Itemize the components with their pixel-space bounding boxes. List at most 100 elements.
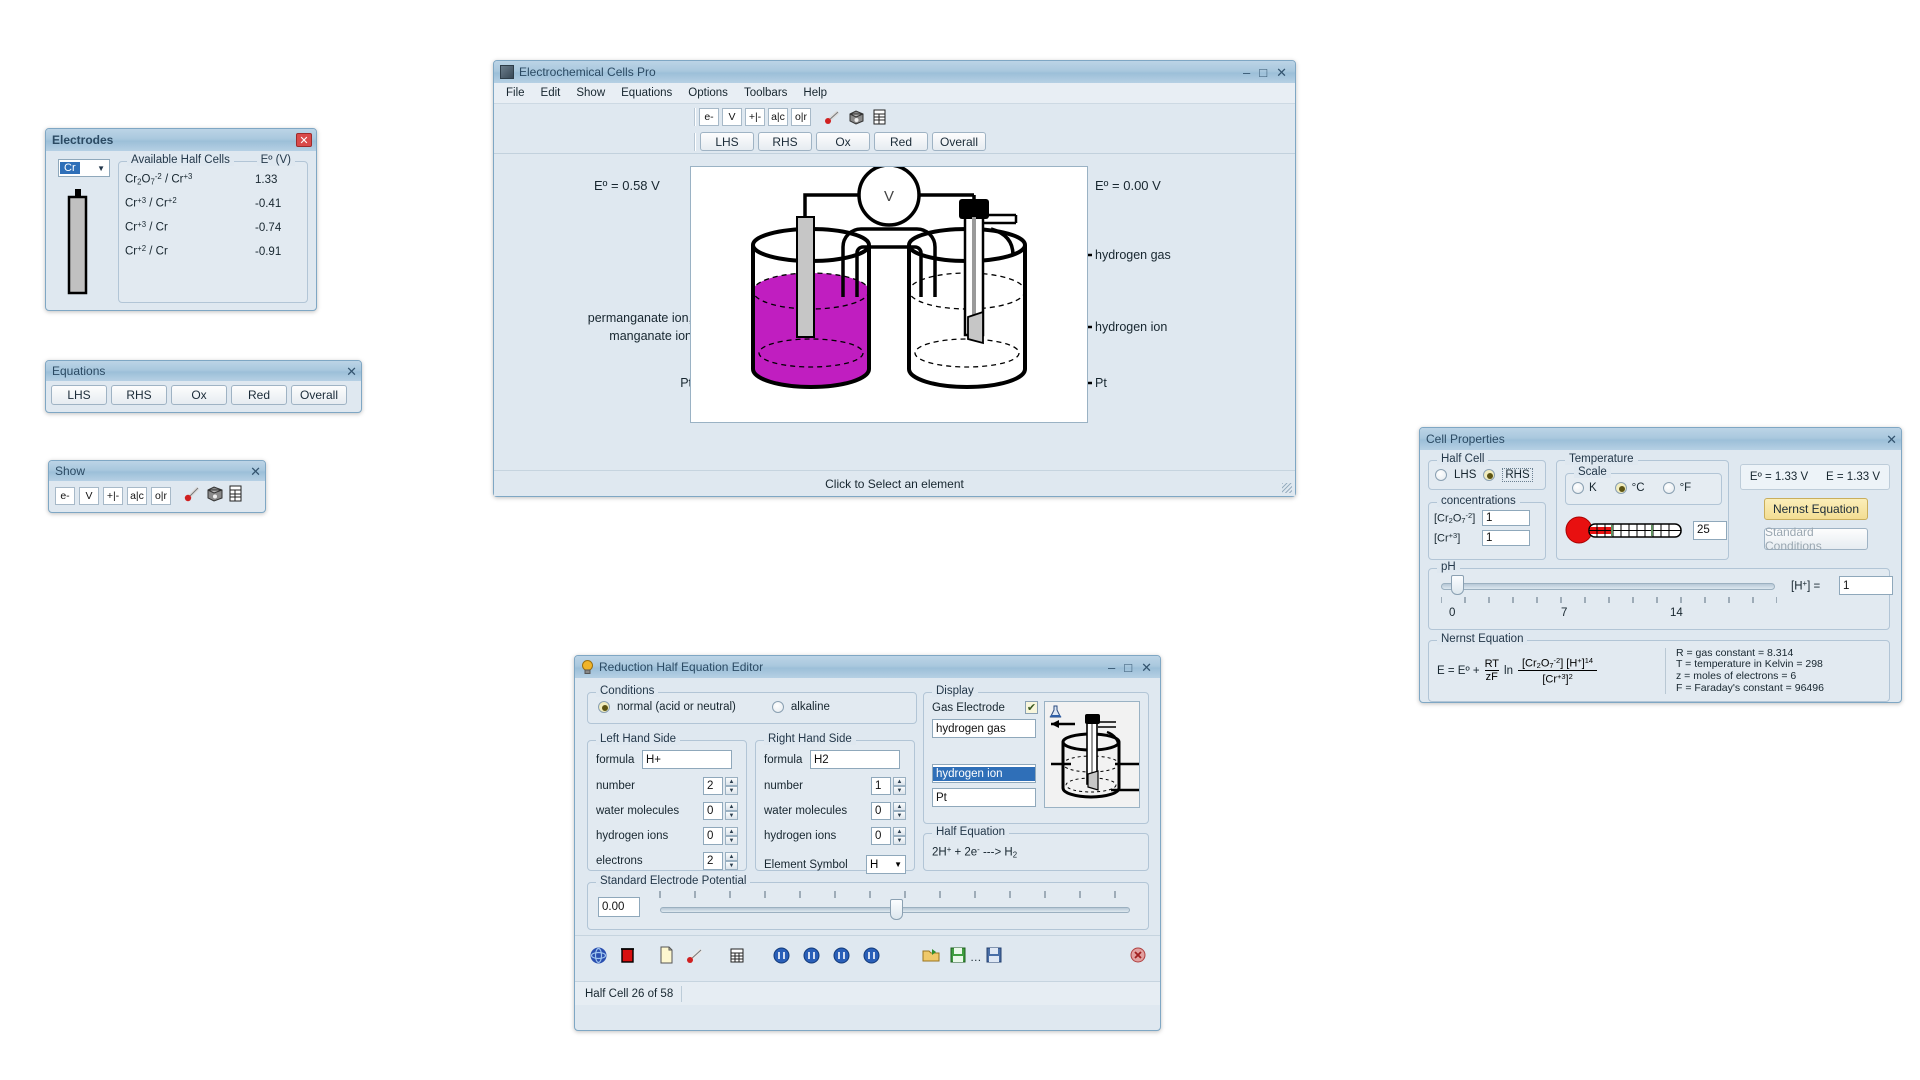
flask-icon[interactable] [1048, 704, 1063, 725]
list-item[interactable]: Cr2O7-2 / Cr+3 1.33 [125, 172, 301, 196]
electrodes-close-button[interactable]: ✕ [296, 133, 312, 147]
equations-red-button[interactable]: Red [231, 385, 287, 405]
minimize-button[interactable]: – [1243, 66, 1250, 79]
rhs-formula-input[interactable]: H2 [810, 750, 900, 769]
cube-icon[interactable] [206, 485, 224, 507]
concentration-input[interactable]: 1 [1482, 530, 1530, 546]
reduction-maximize-button[interactable]: □ [1124, 661, 1132, 674]
nav-first-icon[interactable] [773, 947, 790, 969]
menu-item-edit[interactable]: Edit [541, 87, 561, 99]
menu-item-options[interactable]: Options [688, 87, 728, 99]
main-window-titlebar[interactable]: Electrochemical Cells Pro – □ ✕ [494, 61, 1295, 83]
show-titlebar[interactable]: Show ✕ [49, 461, 265, 481]
show-anode-cathode-button[interactable]: a|c [127, 487, 147, 505]
element-select[interactable]: Cr ▼ [58, 159, 110, 177]
thermometer-slider[interactable] [1565, 515, 1687, 545]
lhs-hydrogen-ions-stepper[interactable]: ▲ ▼ [725, 827, 738, 845]
table-icon[interactable] [228, 485, 243, 507]
toolbar-anode-cathode-button[interactable]: a|c [768, 108, 788, 126]
lhs-hydrogen-ions-input[interactable]: 0 [703, 827, 723, 845]
reduction-editor-titlebar[interactable]: Reduction Half Equation Editor – □ ✕ [575, 656, 1160, 678]
potential-slider-thumb[interactable] [890, 899, 903, 920]
menu-item-file[interactable]: File [506, 87, 525, 99]
cell-properties-titlebar[interactable]: Cell Properties ✕ [1420, 428, 1901, 450]
display-middle-input[interactable]: hydrogen ion [932, 764, 1036, 783]
table-icon[interactable] [729, 947, 745, 969]
rhs-number-stepper[interactable]: ▲ ▼ [893, 777, 906, 795]
show-charge-button[interactable]: +|- [103, 487, 123, 505]
equations-lhs-button[interactable]: LHS [51, 385, 107, 405]
resize-grip[interactable] [1282, 483, 1292, 493]
open-folder-icon[interactable] [922, 947, 940, 968]
reduction-close-button[interactable]: ✕ [1141, 661, 1152, 674]
save-disk-icon[interactable] [986, 947, 1002, 968]
pencil-icon[interactable] [686, 947, 705, 969]
lhs-number-stepper[interactable]: ▲ ▼ [725, 777, 738, 795]
close-button[interactable]: ✕ [1276, 66, 1287, 79]
cell-diagram-canvas[interactable]: V [690, 163, 1088, 423]
lhs-water-stepper[interactable]: ▲ ▼ [725, 802, 738, 820]
display-top-input[interactable]: hydrogen gas [932, 719, 1036, 738]
nav-last-icon[interactable] [863, 947, 880, 969]
save-ellipsis-icon[interactable]: … [970, 952, 982, 964]
toolbar-electron-button[interactable]: e- [699, 108, 719, 126]
chevron-down-icon[interactable]: ▼ [894, 860, 902, 869]
toolbar-grip[interactable] [694, 108, 696, 126]
equation-toolbar-grip[interactable] [694, 132, 696, 151]
toolbar-charge-button[interactable]: +|- [745, 108, 765, 126]
element-symbol-select[interactable]: H ▼ [866, 855, 906, 874]
lhs-electrons-stepper[interactable]: ▲ ▼ [725, 852, 738, 870]
radio-lhs[interactable] [1435, 469, 1447, 481]
equations-titlebar[interactable]: Equations ✕ [46, 361, 361, 381]
menu-item-show[interactable]: Show [576, 87, 605, 99]
save-icon[interactable] [950, 947, 966, 968]
show-electron-button[interactable]: e- [55, 487, 75, 505]
display-preview[interactable] [1044, 701, 1140, 808]
radio-normal-conditions[interactable] [598, 701, 610, 713]
thermometer-icon[interactable] [823, 108, 843, 126]
display-bottom-input[interactable]: Pt [932, 788, 1036, 807]
standard-potential-input[interactable]: 0.00 [598, 897, 640, 917]
cell-properties-close-button[interactable]: ✕ [1886, 433, 1897, 446]
radio-celsius[interactable] [1614, 482, 1627, 494]
atom-icon[interactable] [589, 946, 608, 970]
nernst-equation-button[interactable]: Nernst Equation [1764, 498, 1868, 520]
tab-ox[interactable]: Ox [816, 132, 870, 151]
equations-ox-button[interactable]: Ox [171, 385, 227, 405]
rhs-water-stepper[interactable]: ▲ ▼ [893, 802, 906, 820]
equations-overall-button[interactable]: Overall [291, 385, 347, 405]
nav-next-icon[interactable] [833, 947, 850, 969]
equations-rhs-button[interactable]: RHS [111, 385, 167, 405]
menu-item-help[interactable]: Help [803, 87, 827, 99]
list-item[interactable]: Cr+2 / Cr -0.91 [125, 244, 301, 268]
rhs-hydrogen-ions-input[interactable]: 0 [871, 827, 891, 845]
beaker-icon[interactable] [620, 946, 635, 969]
lhs-formula-input[interactable]: H+ [642, 750, 732, 769]
show-voltage-button[interactable]: V [79, 487, 99, 505]
show-close-button[interactable]: ✕ [250, 465, 261, 478]
rhs-water-input[interactable]: 0 [871, 802, 891, 820]
lhs-water-input[interactable]: 0 [703, 802, 723, 820]
tab-overall[interactable]: Overall [932, 132, 986, 151]
list-item[interactable]: Cr+3 / Cr -0.74 [125, 220, 301, 244]
temperature-input[interactable]: 25 [1693, 520, 1727, 540]
toolbar-voltage-button[interactable]: V [722, 108, 742, 126]
thermometer-icon[interactable] [183, 485, 202, 507]
new-document-icon[interactable] [659, 946, 674, 969]
toolbar-ox-red-button[interactable]: o|r [791, 108, 811, 126]
ph-slider-thumb[interactable] [1451, 575, 1464, 595]
reduction-minimize-button[interactable]: – [1108, 661, 1115, 674]
menu-item-equations[interactable]: Equations [621, 87, 672, 99]
gas-electrode-checkbox[interactable]: ✔ [1025, 701, 1038, 714]
lhs-number-input[interactable]: 2 [703, 777, 723, 795]
tab-red[interactable]: Red [874, 132, 928, 151]
show-ox-red-button[interactable]: o|r [151, 487, 171, 505]
tab-rhs[interactable]: RHS [758, 132, 812, 151]
radio-kelvin[interactable] [1572, 482, 1584, 494]
cube-icon[interactable] [846, 108, 866, 126]
electrodes-titlebar[interactable]: Electrodes ✕ [46, 129, 316, 151]
standard-conditions-button[interactable]: Standard Conditions [1764, 525, 1868, 553]
table-icon[interactable] [869, 108, 889, 126]
chevron-down-icon[interactable]: ▼ [97, 164, 105, 173]
rhs-number-input[interactable]: 1 [871, 777, 891, 795]
